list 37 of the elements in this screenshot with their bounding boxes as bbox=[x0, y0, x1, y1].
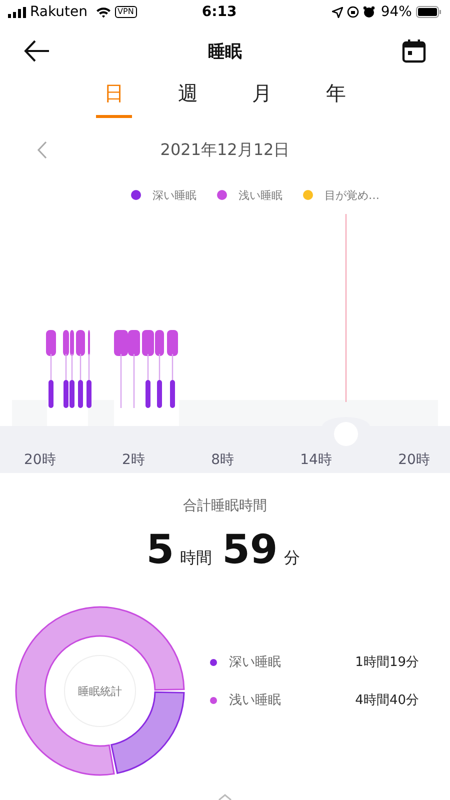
vpn-badge: VPN bbox=[114, 6, 137, 18]
hours-value: 5 bbox=[146, 527, 174, 573]
page-title: 睡眠 bbox=[208, 40, 242, 62]
stage-duration: 1時間19分 bbox=[354, 654, 419, 671]
carrier-name: Rakuten bbox=[30, 4, 88, 20]
axis-label: 8時 bbox=[211, 451, 234, 469]
legend-label: 目が覚め… bbox=[324, 188, 380, 202]
axis-label: 14時 bbox=[300, 451, 332, 469]
period-tab[interactable]: 月 bbox=[244, 78, 280, 118]
clock-time: 6:13 bbox=[202, 4, 238, 20]
period-tab[interactable]: 年 bbox=[318, 78, 354, 118]
hours-unit: 時間 bbox=[180, 548, 212, 569]
back-arrow-icon[interactable] bbox=[24, 40, 50, 62]
minutes-value: 59 bbox=[222, 527, 278, 573]
location-icon bbox=[332, 6, 343, 18]
signal-icon bbox=[8, 6, 26, 18]
battery-icon bbox=[416, 6, 442, 18]
rotation-lock-icon bbox=[346, 6, 359, 18]
calendar-icon[interactable] bbox=[402, 39, 426, 63]
axis-label: 20時 bbox=[24, 451, 56, 469]
axis-label: 20時 bbox=[398, 451, 430, 469]
donut-center-label: 睡眠統計 bbox=[64, 655, 136, 727]
chevron-left-icon[interactable] bbox=[37, 141, 47, 159]
legend-label: 深い睡眠 bbox=[152, 188, 196, 202]
chevron-up-icon[interactable] bbox=[218, 794, 232, 800]
battery-percent: 94% bbox=[380, 4, 412, 20]
alarm-clock-icon bbox=[362, 6, 375, 18]
stage-label: 深い睡眠 bbox=[229, 654, 282, 671]
total-sleep-title: 合計睡眠時間 bbox=[183, 497, 267, 515]
axis-label: 2時 bbox=[122, 451, 145, 469]
period-tab[interactable]: 週 bbox=[170, 78, 206, 118]
minutes-unit: 分 bbox=[284, 548, 300, 569]
wifi-icon bbox=[96, 6, 111, 18]
date-label: 2021年12月12日 bbox=[160, 140, 290, 160]
stage-label: 浅い睡眠 bbox=[229, 692, 282, 709]
legend-label: 浅い睡眠 bbox=[238, 188, 282, 202]
stage-duration: 4時間40分 bbox=[354, 692, 419, 709]
